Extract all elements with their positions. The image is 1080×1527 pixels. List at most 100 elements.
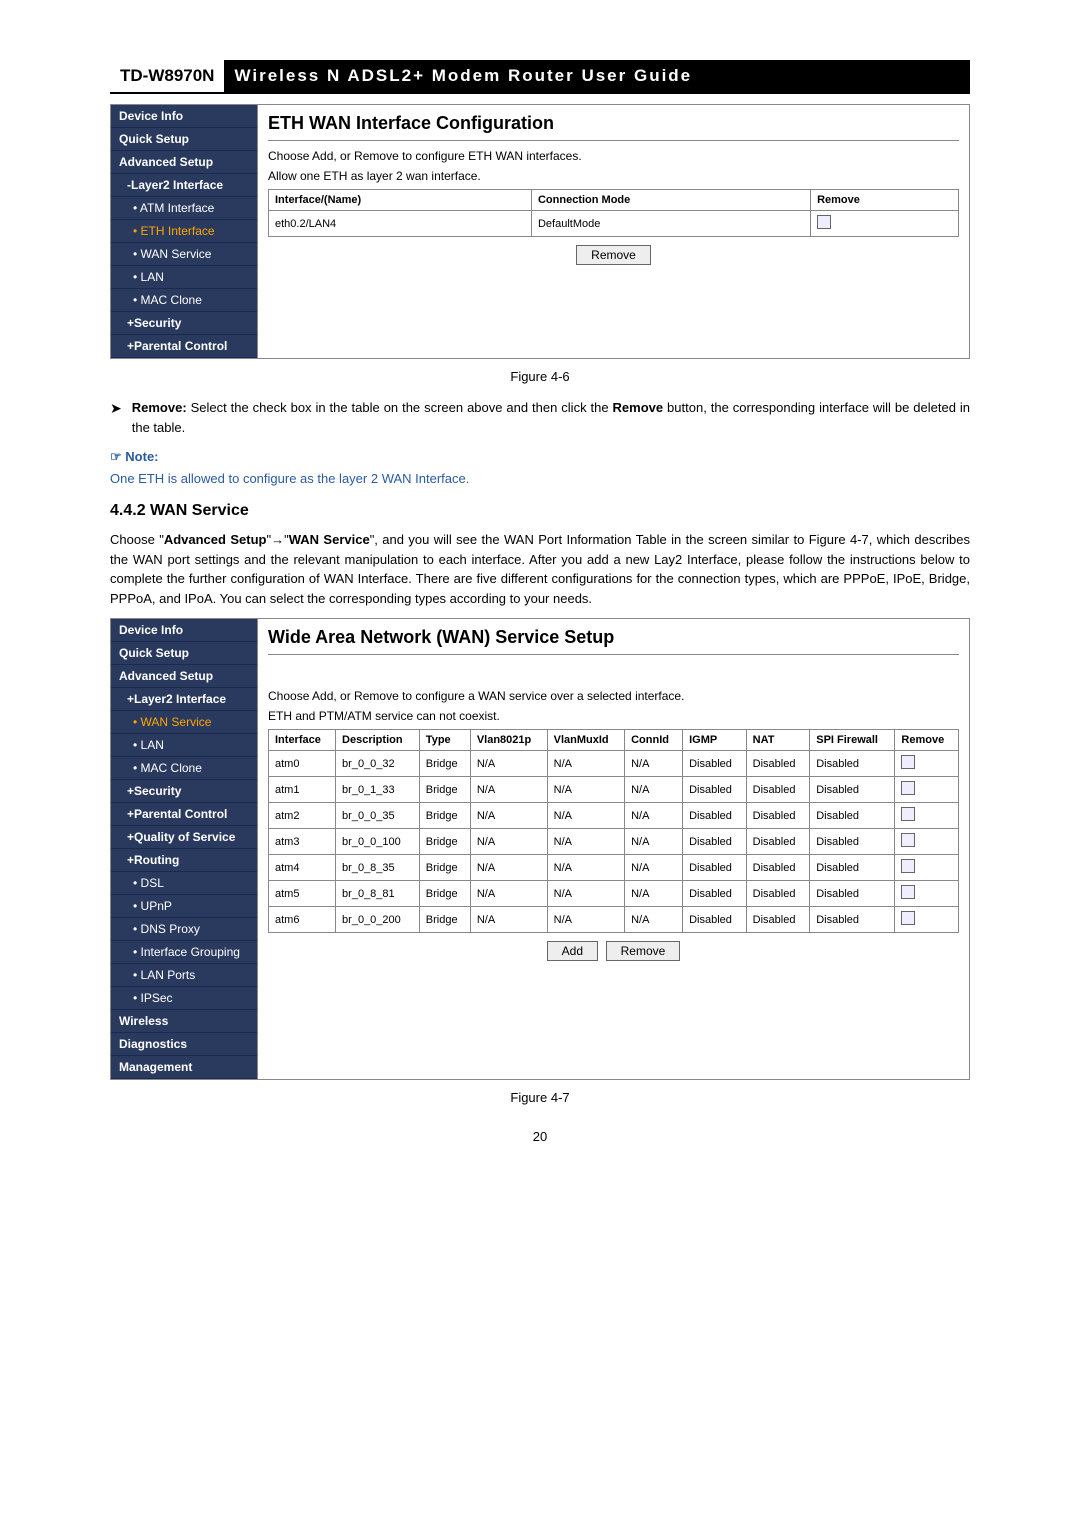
cell: br_0_8_81 bbox=[336, 881, 420, 907]
sidebar-item[interactable]: +Quality of Service bbox=[111, 826, 257, 849]
sidebar-item[interactable]: • IPSec bbox=[111, 987, 257, 1010]
sidebar-item[interactable]: -Layer2 Interface bbox=[111, 174, 257, 197]
cell: N/A bbox=[547, 881, 624, 907]
cell: N/A bbox=[625, 777, 683, 803]
cell: Disabled bbox=[810, 881, 895, 907]
table-row: atm0br_0_0_32BridgeN/AN/AN/ADisabledDisa… bbox=[269, 751, 959, 777]
remove-checkbox[interactable] bbox=[901, 755, 915, 769]
hint-text: Choose Add, or Remove to configure a WAN… bbox=[268, 689, 959, 703]
cell: N/A bbox=[625, 881, 683, 907]
sidebar-item[interactable]: Device Info bbox=[111, 105, 257, 128]
sidebar-item[interactable]: • MAC Clone bbox=[111, 289, 257, 312]
sidebar-item[interactable]: • UPnP bbox=[111, 895, 257, 918]
cell: Disabled bbox=[746, 803, 810, 829]
th: IGMP bbox=[683, 730, 747, 751]
pane-eth-wan: ETH WAN Interface Configuration Choose A… bbox=[258, 104, 970, 359]
sidebar-item[interactable]: Quick Setup bbox=[111, 642, 257, 665]
sidebar-item[interactable]: +Security bbox=[111, 780, 257, 803]
cell: Disabled bbox=[683, 881, 747, 907]
cell: N/A bbox=[547, 907, 624, 933]
screenshot-eth-wan: Device InfoQuick SetupAdvanced Setup-Lay… bbox=[110, 104, 970, 359]
sidebar-item[interactable]: Management bbox=[111, 1056, 257, 1079]
bullet-arrow-icon: ➤ bbox=[110, 398, 122, 437]
remove-button[interactable]: Remove bbox=[576, 245, 651, 265]
cell: Disabled bbox=[683, 803, 747, 829]
table-row: atm2br_0_0_35BridgeN/AN/AN/ADisabledDisa… bbox=[269, 803, 959, 829]
sidebar-item[interactable]: +Layer2 Interface bbox=[111, 688, 257, 711]
cell: N/A bbox=[625, 855, 683, 881]
remove-instruction: ➤ Remove: Select the check box in the ta… bbox=[110, 398, 970, 437]
sidebar-item[interactable]: +Parental Control bbox=[111, 803, 257, 826]
cell: Bridge bbox=[419, 751, 470, 777]
cell: br_0_0_100 bbox=[336, 829, 420, 855]
cell: N/A bbox=[470, 907, 547, 933]
cell: Disabled bbox=[810, 751, 895, 777]
cell: Disabled bbox=[746, 829, 810, 855]
cell: atm2 bbox=[269, 803, 336, 829]
cell: Bridge bbox=[419, 881, 470, 907]
sidebar-item[interactable]: • LAN Ports bbox=[111, 964, 257, 987]
sidebar-item[interactable]: • ETH Interface bbox=[111, 220, 257, 243]
remove-checkbox[interactable] bbox=[901, 885, 915, 899]
cell-remove bbox=[895, 803, 959, 829]
cell: Bridge bbox=[419, 829, 470, 855]
sidebar-item[interactable]: • WAN Service bbox=[111, 711, 257, 734]
cell: N/A bbox=[547, 803, 624, 829]
table-row: atm3br_0_0_100BridgeN/AN/AN/ADisabledDis… bbox=[269, 829, 959, 855]
cell: Bridge bbox=[419, 803, 470, 829]
table-row: atm1br_0_1_33BridgeN/AN/AN/ADisabledDisa… bbox=[269, 777, 959, 803]
cell: N/A bbox=[625, 829, 683, 855]
sidebar-item[interactable]: Advanced Setup bbox=[111, 151, 257, 174]
cell: Disabled bbox=[683, 907, 747, 933]
sidebar-item[interactable]: Advanced Setup bbox=[111, 665, 257, 688]
cell: br_0_0_200 bbox=[336, 907, 420, 933]
cell: Disabled bbox=[746, 751, 810, 777]
sidebar-1: Device InfoQuick SetupAdvanced Setup-Lay… bbox=[110, 104, 258, 359]
eth-wan-table: Interface/(Name) Connection Mode Remove … bbox=[268, 189, 959, 237]
sidebar-item[interactable]: • LAN bbox=[111, 734, 257, 757]
sidebar-item[interactable]: +Security bbox=[111, 312, 257, 335]
sidebar-item[interactable]: Wireless bbox=[111, 1010, 257, 1033]
sidebar-item[interactable]: Diagnostics bbox=[111, 1033, 257, 1056]
th: SPI Firewall bbox=[810, 730, 895, 751]
add-button[interactable]: Add bbox=[547, 941, 598, 961]
th: Type bbox=[419, 730, 470, 751]
cell: Disabled bbox=[810, 907, 895, 933]
sidebar-item[interactable]: • LAN bbox=[111, 266, 257, 289]
table-row: atm5br_0_8_81BridgeN/AN/AN/ADisabledDisa… bbox=[269, 881, 959, 907]
sidebar-item[interactable]: • MAC Clone bbox=[111, 757, 257, 780]
sidebar-item[interactable]: +Routing bbox=[111, 849, 257, 872]
table-row: atm4br_0_8_35BridgeN/AN/AN/ADisabledDisa… bbox=[269, 855, 959, 881]
sidebar-item[interactable]: • Interface Grouping bbox=[111, 941, 257, 964]
sidebar-item[interactable]: • DSL bbox=[111, 872, 257, 895]
cell: br_0_0_32 bbox=[336, 751, 420, 777]
cell: DefaultMode bbox=[531, 211, 810, 237]
sidebar-2: Device InfoQuick SetupAdvanced Setup+Lay… bbox=[110, 618, 258, 1080]
remove-checkbox[interactable] bbox=[901, 781, 915, 795]
th: Remove bbox=[895, 730, 959, 751]
cell: Disabled bbox=[683, 777, 747, 803]
th: Description bbox=[336, 730, 420, 751]
cell: Disabled bbox=[810, 803, 895, 829]
cell: atm1 bbox=[269, 777, 336, 803]
remove-checkbox[interactable] bbox=[901, 911, 915, 925]
sidebar-item[interactable]: Quick Setup bbox=[111, 128, 257, 151]
sidebar-item[interactable]: • ATM Interface bbox=[111, 197, 257, 220]
remove-checkbox[interactable] bbox=[901, 833, 915, 847]
cell-remove bbox=[895, 907, 959, 933]
remove-checkbox[interactable] bbox=[901, 807, 915, 821]
cell: atm6 bbox=[269, 907, 336, 933]
sidebar-item[interactable]: • DNS Proxy bbox=[111, 918, 257, 941]
cell: Bridge bbox=[419, 907, 470, 933]
cell: N/A bbox=[470, 777, 547, 803]
remove-button[interactable]: Remove bbox=[606, 941, 681, 961]
remove-checkbox[interactable] bbox=[817, 215, 831, 229]
wan-service-table: InterfaceDescriptionTypeVlan8021pVlanMux… bbox=[268, 729, 959, 933]
cell: N/A bbox=[470, 751, 547, 777]
sidebar-item[interactable]: • WAN Service bbox=[111, 243, 257, 266]
th: Vlan8021p bbox=[470, 730, 547, 751]
remove-checkbox[interactable] bbox=[901, 859, 915, 873]
cell: Disabled bbox=[746, 777, 810, 803]
sidebar-item[interactable]: Device Info bbox=[111, 619, 257, 642]
sidebar-item[interactable]: +Parental Control bbox=[111, 335, 257, 358]
